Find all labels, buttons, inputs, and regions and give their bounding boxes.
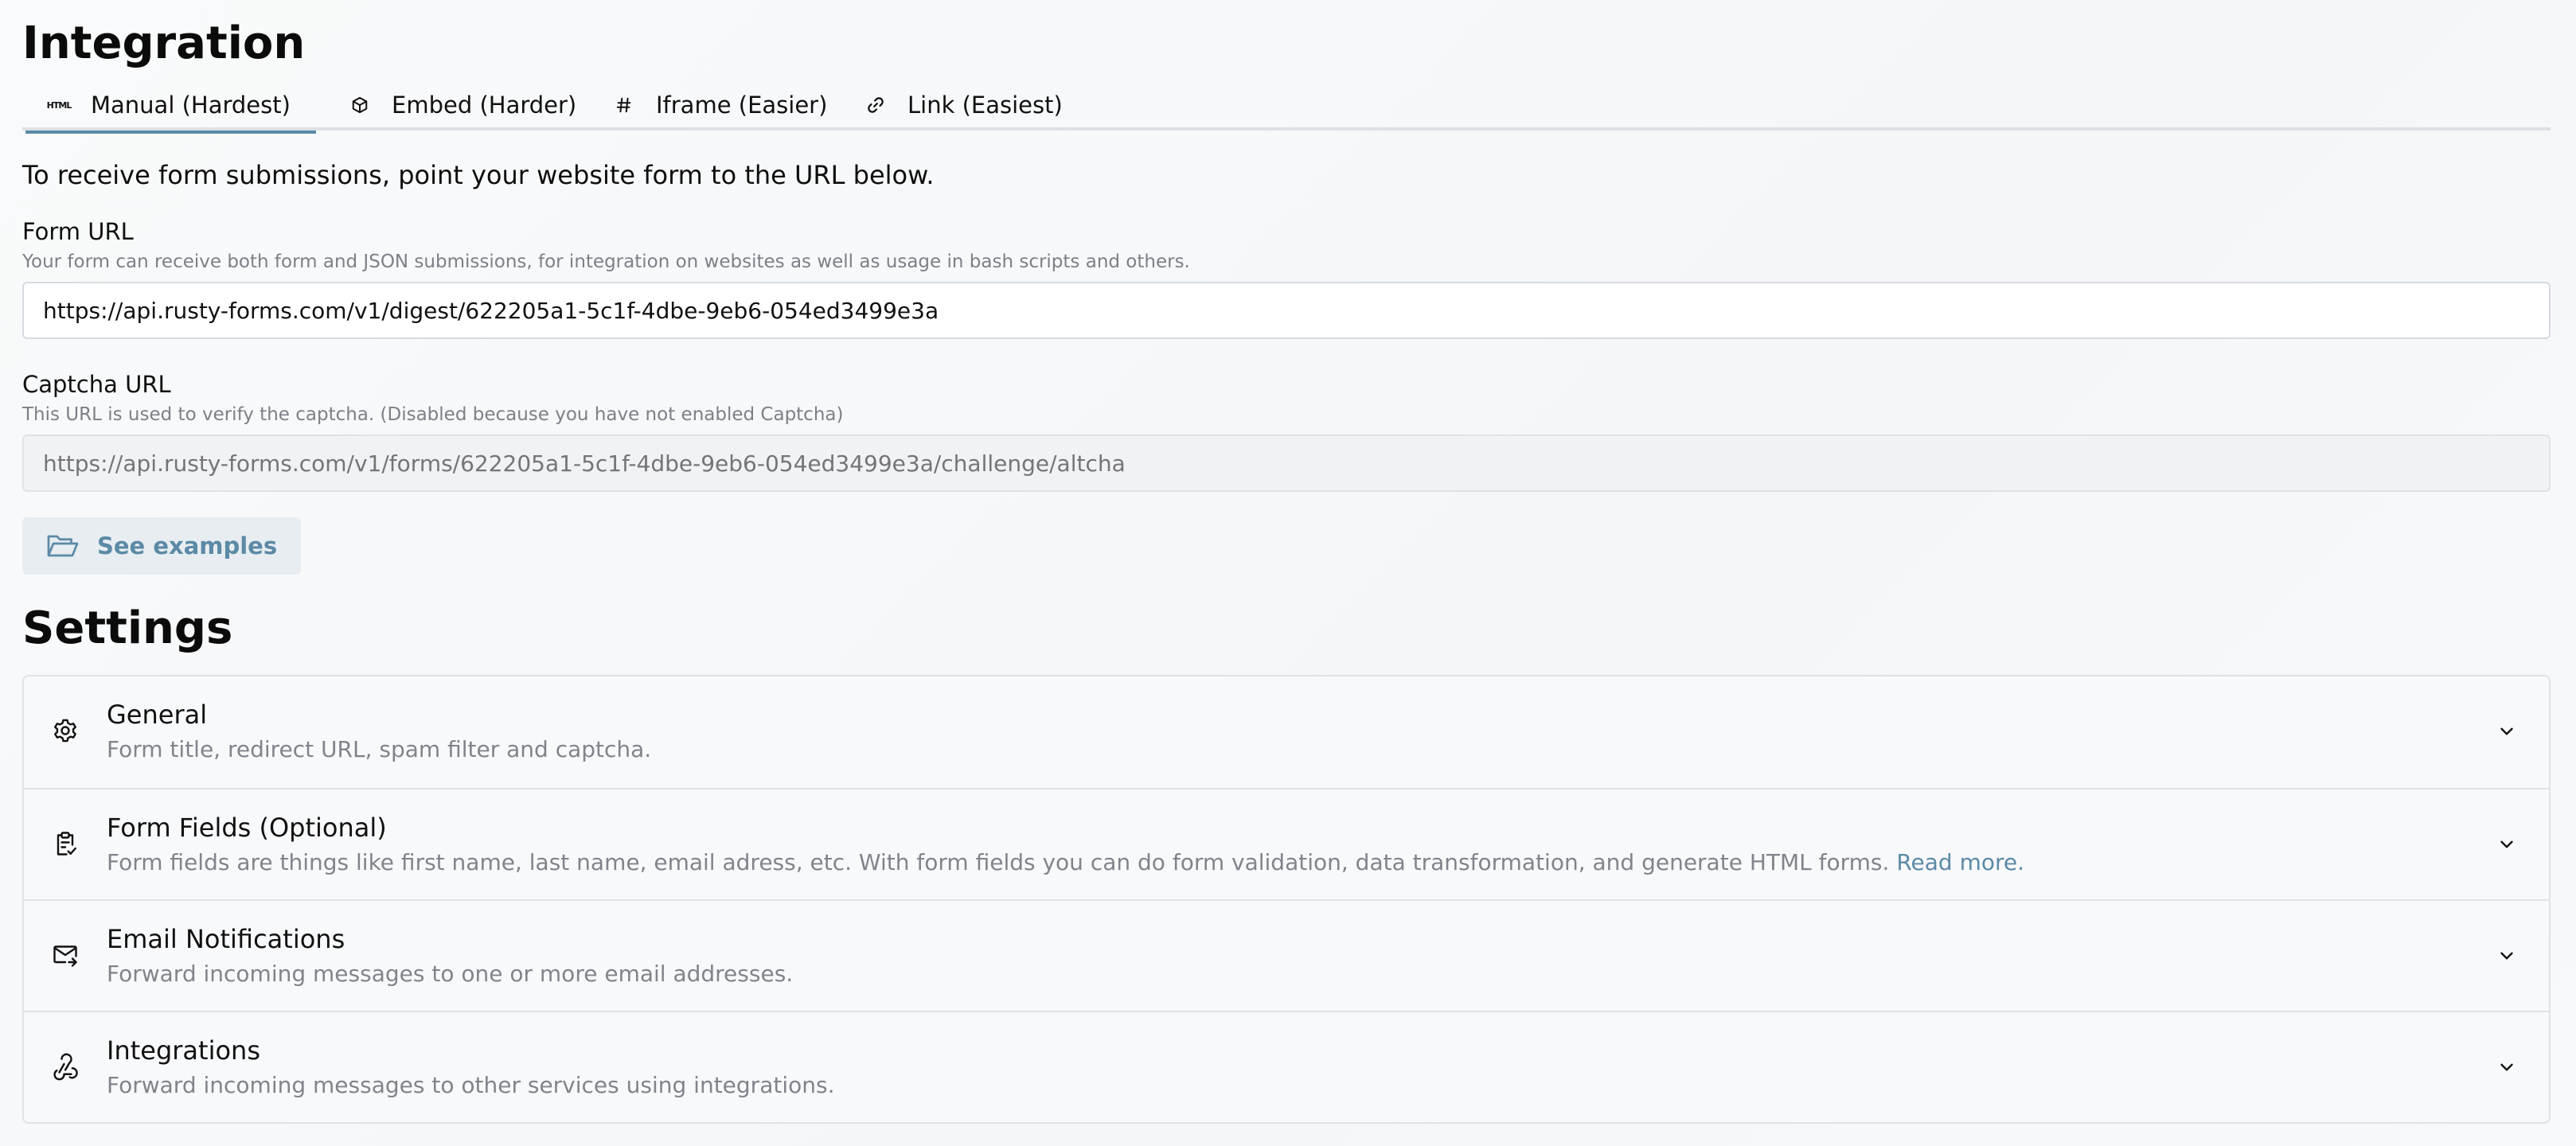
settings-item-description: Forward incoming messages to other servi… [107,1072,835,1098]
cube-icon [349,94,371,116]
captcha-url-help: This URL is used to verify the captcha. … [22,404,844,425]
settings-item-description: Form fields are things like first name, … [107,849,1890,875]
integration-tabs: HTML Manual (Hardest) Embed (Harder) Ifr… [22,80,2551,134]
webhook-icon [51,1052,80,1081]
tab-embed-label: Embed (Harder) [392,92,577,119]
captcha-url-input [22,435,2551,492]
tab-manual[interactable]: HTML Manual (Hardest) [25,80,316,134]
intro-text: To receive form submissions, point your … [22,160,935,190]
folder-open-icon [46,532,80,560]
tab-iframe-label: Iframe (Easier) [656,92,828,119]
chevron-down-icon [2496,834,2517,855]
settings-item-form-fields[interactable]: Form Fields (Optional) Form fields are t… [24,788,2549,899]
chevron-down-icon [2496,945,2517,966]
captcha-url-label: Captcha URL [22,371,171,398]
tab-link-label: Link (Easiest) [907,92,1063,119]
settings-item-description: Form title, redirect URL, spam filter an… [107,736,652,762]
tab-embed[interactable]: Embed (Harder) [349,80,576,131]
chevron-down-icon [2496,721,2517,742]
read-more-link[interactable]: Read more. [1896,849,2024,875]
settings-item-title: General [107,700,208,730]
tab-iframe[interactable]: Iframe (Easier) [613,80,827,131]
clipboard-check-icon [51,829,80,858]
settings-accordion: General Form title, redirect URL, spam f… [22,675,2551,1124]
html-icon: HTML [46,99,72,111]
integration-heading: Integration [22,18,306,69]
see-examples-label: See examples [97,532,278,559]
tab-link[interactable]: Link (Easiest) [865,80,1063,131]
form-url-input[interactable] [22,282,2551,339]
settings-item-description: Forward incoming messages to one or more… [107,961,794,987]
settings-item-title: Form Fields (Optional) [107,813,387,843]
settings-item-integrations[interactable]: Integrations Forward incoming messages t… [24,1011,2549,1122]
settings-item-title: Email Notifications [107,924,345,954]
form-url-label: Form URL [22,218,134,245]
link-icon [865,94,887,116]
tab-manual-label: Manual (Hardest) [91,92,291,119]
settings-item-email-notifications[interactable]: Email Notifications Forward incoming mes… [24,899,2549,1011]
gear-icon [51,716,80,745]
settings-item-general[interactable]: General Form title, redirect URL, spam f… [24,676,2549,788]
hash-icon [613,94,635,116]
settings-item-title: Integrations [107,1035,260,1066]
form-url-help: Your form can receive both form and JSON… [22,251,1190,272]
chevron-down-icon [2496,1057,2517,1078]
settings-item-description-wrap: Form fields are things like first name, … [107,848,2024,877]
see-examples-button[interactable]: See examples [22,517,301,575]
settings-heading: Settings [22,602,233,654]
mail-forward-icon [51,941,80,969]
